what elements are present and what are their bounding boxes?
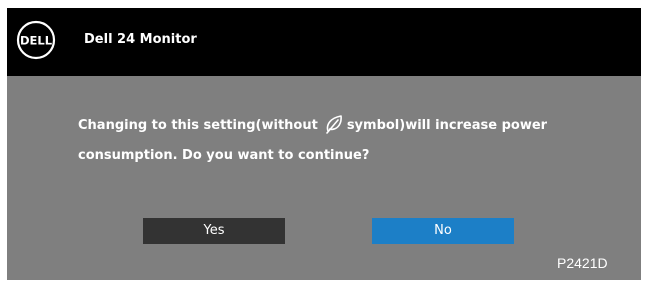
no-button[interactable]: No [372, 218, 514, 244]
confirmation-message: Changing to this setting(without symbol)… [78, 111, 598, 171]
model-number: P2421D [557, 255, 608, 271]
dell-logo-text: DELL [20, 34, 53, 48]
dell-logo-icon: DELL [16, 20, 56, 60]
title-bar: DELL Dell 24 Monitor [7, 8, 641, 76]
yes-button[interactable]: Yes [143, 218, 285, 244]
energy-saving-leaf-icon [326, 115, 342, 134]
message-text-before-icon: Changing to this setting(without [78, 118, 318, 133]
monitor-title: Dell 24 Monitor [84, 32, 197, 47]
message-line-2: consumption. Do you want to continue? [78, 148, 370, 163]
monitor-osd-dialog: DELL Dell 24 Monitor Changing to this se… [7, 8, 641, 280]
message-line-1: Changing to this setting(without symbol)… [78, 111, 598, 141]
message-text-after-icon: symbol)will increase power [346, 118, 548, 133]
